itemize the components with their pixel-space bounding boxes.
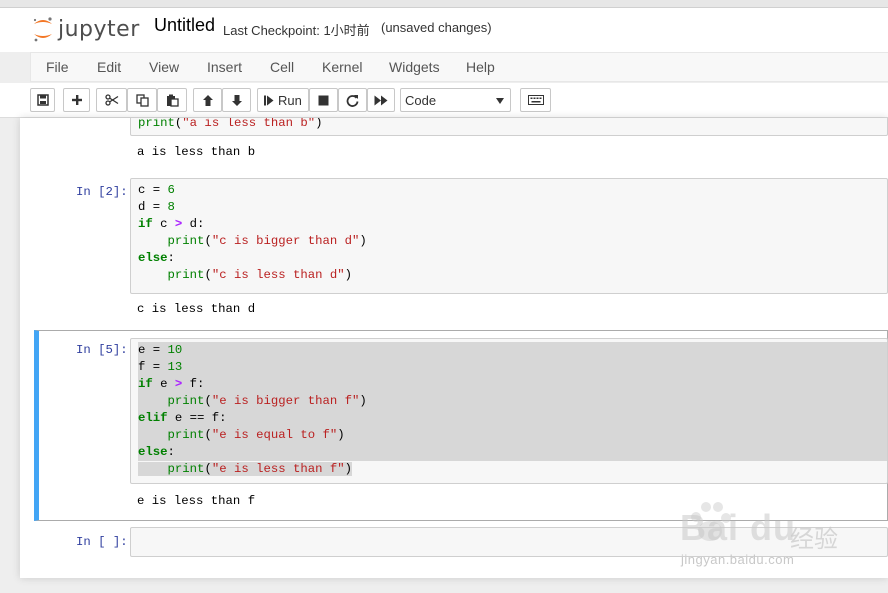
menu-view[interactable]: View <box>149 59 179 75</box>
copy-icon <box>135 93 149 107</box>
copy-button[interactable] <box>127 88 157 112</box>
arrow-down-icon <box>231 94 243 107</box>
run-button[interactable]: Run <box>257 88 309 112</box>
last-checkpoint: Last Checkpoint: 1小时前 <box>223 23 370 38</box>
watermark-url: jingyan.baidu.com <box>681 552 795 567</box>
cell-output: a is less than b <box>137 145 256 159</box>
run-icon <box>264 95 274 106</box>
stop-icon <box>318 95 329 106</box>
run-label: Run <box>278 92 302 108</box>
browser-top-strip <box>0 0 888 8</box>
chevron-down-icon <box>496 98 504 104</box>
save-button[interactable] <box>30 88 55 112</box>
menu-insert[interactable]: Insert <box>207 59 242 75</box>
restart-kernel-button[interactable] <box>338 88 367 112</box>
save-icon <box>36 94 49 106</box>
jupyter-logo[interactable]: jupyter <box>32 14 140 44</box>
cell-output: e is less than f <box>137 494 256 508</box>
cell-type-value: Code <box>405 93 437 108</box>
restart-run-all-button[interactable] <box>367 88 395 112</box>
arrow-up-icon <box>202 94 214 107</box>
cell-input[interactable]: e = 10 f = 13 if e > f: print("e is bigg… <box>130 338 888 484</box>
cell-type-select[interactable]: Code <box>400 88 511 112</box>
insert-cell-button[interactable] <box>63 88 90 112</box>
cut-button[interactable] <box>96 88 127 112</box>
scissors-icon <box>104 94 119 106</box>
menu-cell[interactable]: Cell <box>270 59 294 75</box>
menubar: File Edit View Insert Cell Kernel Widget… <box>30 52 888 82</box>
paste-icon <box>166 94 179 107</box>
menu-kernel[interactable]: Kernel <box>322 59 362 75</box>
autosave-status: (unsaved changes) <box>381 20 492 35</box>
menu-file[interactable]: File <box>46 59 69 75</box>
jupyter-logo-icon <box>32 15 54 43</box>
input-prompt: In [2]: <box>76 185 128 199</box>
plus-icon <box>71 94 83 106</box>
fast-forward-icon <box>374 95 388 106</box>
command-palette-button[interactable] <box>520 88 551 112</box>
keyboard-icon <box>527 95 544 105</box>
cell-output: c is less than d <box>137 302 256 316</box>
menu-edit[interactable]: Edit <box>97 59 121 75</box>
cell-input[interactable]: print("a is less than b") <box>130 118 888 136</box>
menu-help[interactable]: Help <box>466 59 495 75</box>
input-prompt: In [5]: <box>76 343 128 357</box>
cell-input[interactable]: c = 6 d = 8 if c > d: print("c is bigger… <box>130 178 888 294</box>
watermark-brand: Bai du <box>680 507 797 548</box>
menu-widgets[interactable]: Widgets <box>389 59 440 75</box>
interrupt-kernel-button[interactable] <box>309 88 338 112</box>
notebook-title[interactable]: Untitled <box>154 15 215 36</box>
move-up-button[interactable] <box>193 88 222 112</box>
jupyter-logo-text: jupyter <box>58 16 140 42</box>
paste-button[interactable] <box>157 88 187 112</box>
watermark-cn: 经验 <box>790 526 838 553</box>
notebook-header: jupyter Untitled Last Checkpoint: 1小时前 (… <box>0 8 888 52</box>
move-down-button[interactable] <box>222 88 251 112</box>
input-prompt: In [ ]: <box>76 535 128 549</box>
toolbar: Run Code <box>0 83 888 118</box>
restart-icon <box>346 94 359 107</box>
